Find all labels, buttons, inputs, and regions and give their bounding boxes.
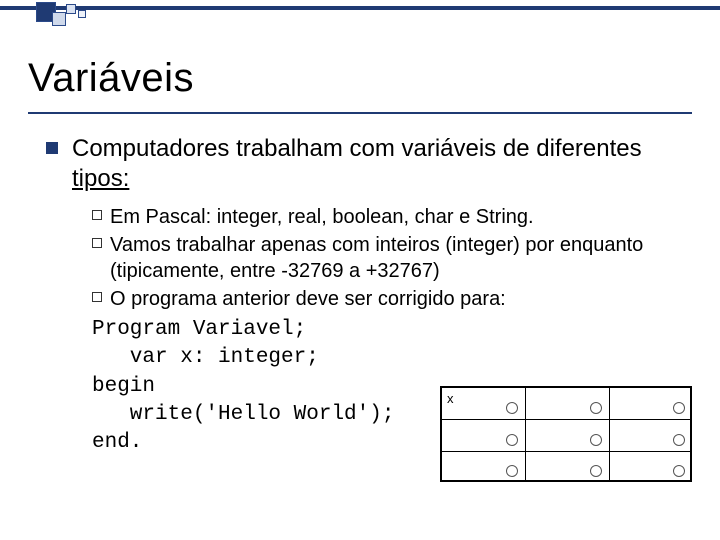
- intro-before: Computadores trabalham com variáveis de …: [72, 135, 642, 162]
- circle-icon: [590, 402, 602, 414]
- circle-icon: [506, 434, 518, 446]
- circle-icon: [506, 465, 518, 477]
- circle-icon: [673, 402, 685, 414]
- intro-text: Computadores trabalham com variáveis de …: [72, 134, 686, 194]
- subitem-b: Vamos trabalhar apenas com inteiros (int…: [92, 232, 686, 284]
- hollow-bullet-icon: [92, 210, 102, 220]
- circle-icon: [506, 402, 518, 414]
- hollow-bullet-icon: [92, 292, 102, 302]
- bullet-level1: Computadores trabalham com variáveis de …: [46, 134, 686, 194]
- subitem-c-text: O programa anterior deve ser corrigido p…: [110, 286, 506, 312]
- square-bullet-icon: [46, 142, 58, 154]
- sublist: Em Pascal: integer, real, boolean, char …: [92, 204, 686, 312]
- intro-underlined: tipos:: [72, 165, 129, 192]
- slide-title: Variáveis: [28, 56, 194, 101]
- circle-icon: [590, 434, 602, 446]
- subitem-b-text: Vamos trabalhar apenas com inteiros (int…: [110, 232, 686, 284]
- subitem-c: O programa anterior deve ser corrigido p…: [92, 286, 686, 312]
- circle-icon: [673, 465, 685, 477]
- memory-table: x: [440, 386, 692, 482]
- header-decoration: [0, 6, 720, 30]
- code-line-2: var x: integer;: [92, 346, 319, 369]
- circle-icon: [590, 465, 602, 477]
- hollow-bullet-icon: [92, 238, 102, 248]
- title-underline: [28, 112, 692, 114]
- subitem-a-text: Em Pascal: integer, real, boolean, char …: [110, 204, 534, 230]
- code-line-5: end.: [92, 431, 142, 454]
- circle-icon: [673, 434, 685, 446]
- cell-label-x: x: [447, 391, 454, 406]
- code-line-3: begin: [92, 375, 155, 398]
- code-line-4: write('Hello World');: [92, 403, 394, 426]
- subitem-a: Em Pascal: integer, real, boolean, char …: [92, 204, 686, 230]
- code-line-1: Program Variavel;: [92, 318, 306, 341]
